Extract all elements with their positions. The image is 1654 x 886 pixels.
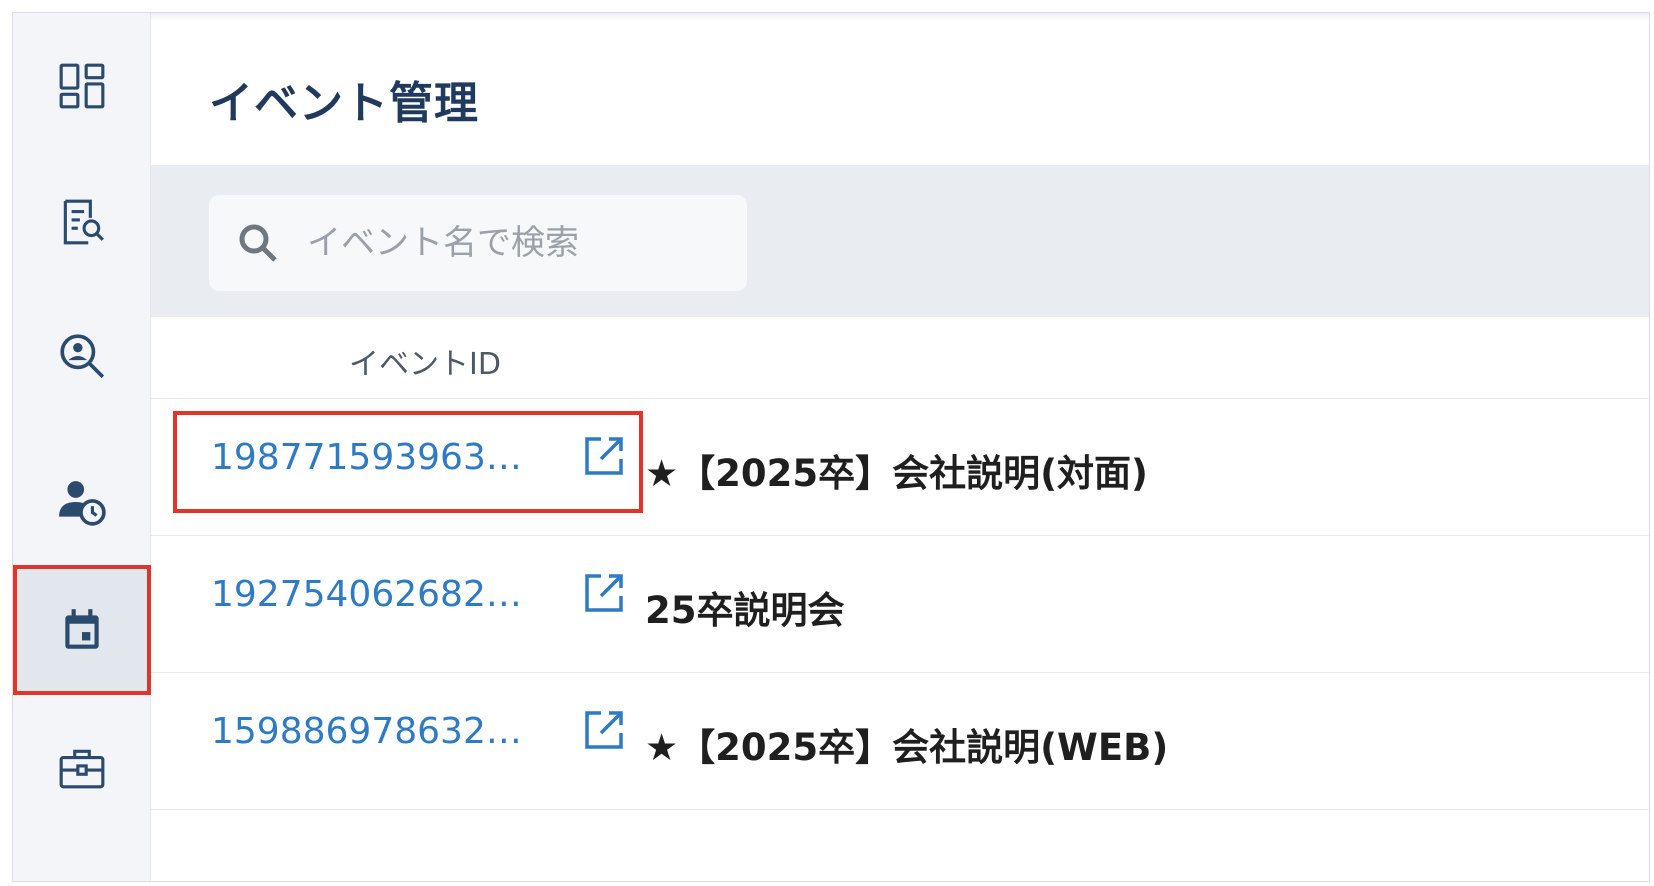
event-id-link[interactable]: 192754062682… bbox=[211, 574, 522, 615]
app-frame: イベント管理 イベントID 198771593963… bbox=[12, 12, 1650, 882]
sidebar-item-candidate-search[interactable] bbox=[13, 291, 151, 421]
search-toolbar bbox=[151, 165, 1649, 317]
search-icon bbox=[239, 224, 277, 262]
event-id-cell: 192754062682… bbox=[177, 552, 639, 646]
search-input[interactable] bbox=[307, 223, 727, 263]
table-row[interactable]: 159886978632… ★【2025卒】会社説明(WEB) bbox=[151, 673, 1649, 810]
table-row[interactable]: 198771593963… ★【2025卒】会社説明(対面) bbox=[151, 399, 1649, 536]
briefcase-icon bbox=[59, 749, 105, 789]
page-title: イベント管理 bbox=[209, 78, 479, 129]
event-id-cell: 159886978632… bbox=[177, 689, 639, 783]
event-id-cell: 198771593963… bbox=[173, 411, 643, 513]
table-row[interactable]: 192754062682… 25卒説明会 bbox=[151, 536, 1649, 673]
person-clock-icon bbox=[59, 481, 106, 526]
external-link-icon[interactable] bbox=[581, 570, 627, 616]
main-content: イベント管理 イベントID 198771593963… bbox=[151, 13, 1649, 881]
sidebar bbox=[13, 13, 151, 881]
event-id-link[interactable]: 198771593963… bbox=[211, 437, 522, 478]
external-link-icon[interactable] bbox=[581, 433, 627, 479]
top-divider bbox=[151, 13, 1649, 21]
sidebar-item-events[interactable] bbox=[13, 565, 151, 695]
external-link-icon[interactable] bbox=[581, 707, 627, 753]
sidebar-item-schedule[interactable] bbox=[13, 437, 151, 567]
event-name: 25卒説明会 bbox=[645, 589, 845, 632]
sidebar-item-documents[interactable] bbox=[13, 157, 151, 287]
sidebar-item-dashboard[interactable] bbox=[13, 21, 151, 151]
person-search-icon bbox=[60, 334, 105, 379]
calendar-icon bbox=[65, 609, 99, 649]
event-name: ★【2025卒】会社説明(対面) bbox=[645, 452, 1148, 495]
document-search-icon bbox=[63, 199, 104, 245]
sidebar-item-jobs[interactable] bbox=[13, 703, 151, 833]
search-box[interactable] bbox=[209, 195, 747, 291]
event-id-link[interactable]: 159886978632… bbox=[211, 711, 522, 752]
table-header: イベントID bbox=[151, 317, 1649, 399]
column-header-event-id[interactable]: イベントID bbox=[349, 339, 501, 383]
dashboard-icon bbox=[59, 63, 105, 109]
event-name: ★【2025卒】会社説明(WEB) bbox=[645, 726, 1169, 769]
